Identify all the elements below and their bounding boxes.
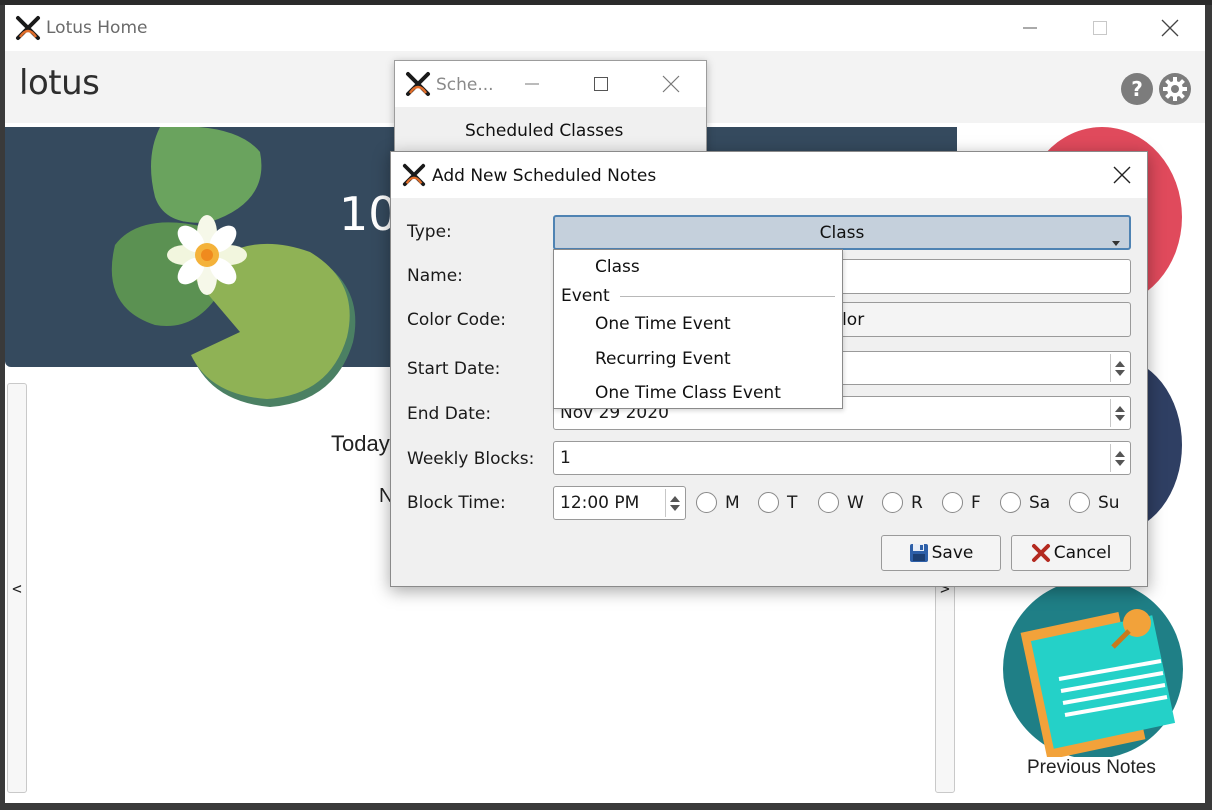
spin-up-icon: [1114, 360, 1125, 367]
lotus-app-icon: [405, 71, 431, 101]
dropdown-option-recurring-event[interactable]: Recurring Event: [595, 349, 731, 369]
scheduled-window-title: Sche...: [436, 75, 494, 95]
gear-icon: [1159, 73, 1191, 105]
spin-up-icon: [1114, 405, 1125, 412]
help-icon: ?: [1131, 77, 1143, 101]
lotus-app-icon: [15, 15, 41, 45]
brand-logo: lotus: [19, 63, 100, 103]
main-window-title: Lotus Home: [46, 18, 148, 38]
previous-day-button[interactable]: <: [7, 383, 27, 793]
dropdown-group-separator: [620, 296, 835, 297]
spin-up-icon: [669, 495, 680, 502]
settings-button[interactable]: [1159, 73, 1191, 109]
cancel-button-label: Cancel: [1053, 543, 1112, 563]
minimize-button[interactable]: [1007, 5, 1053, 51]
dropdown-option-one-time-event[interactable]: One Time Event: [595, 314, 731, 334]
dropdown-option-class[interactable]: Class: [595, 257, 640, 277]
block-time-spinner[interactable]: [665, 489, 683, 517]
chevron-left-icon: <: [12, 578, 22, 598]
start-date-spinner[interactable]: [1110, 354, 1128, 382]
close-icon: [1161, 19, 1179, 37]
day-label-su: Su: [1098, 493, 1120, 513]
scheduled-close-button[interactable]: [648, 61, 694, 107]
color-code-label: Color Code:: [407, 310, 507, 330]
weekly-blocks-spinner[interactable]: [1110, 444, 1128, 472]
save-button[interactable]: Save: [881, 535, 1001, 571]
dropdown-option-one-time-class-event[interactable]: One Time Class Event: [595, 383, 781, 403]
lily-pad-illustration: [111, 127, 356, 407]
dropdown-group-event: Event: [561, 286, 610, 306]
close-icon: [1113, 166, 1131, 184]
start-date-label: Start Date:: [407, 359, 501, 379]
day-label-f: F: [971, 493, 981, 513]
end-date-spinner[interactable]: [1110, 399, 1128, 427]
type-select-value: Class: [819, 222, 865, 243]
add-dialog-close-button[interactable]: [1099, 152, 1145, 198]
main-titlebar: Lotus Home: [5, 5, 1205, 51]
day-radio-sa[interactable]: [1000, 492, 1021, 513]
day-radio-m[interactable]: [696, 492, 717, 513]
close-icon: [662, 75, 680, 93]
banner-date-number: 10: [339, 187, 398, 241]
scheduled-classes-heading: Scheduled Classes: [465, 121, 624, 141]
day-radio-r[interactable]: [882, 492, 903, 513]
today-heading: Today: [331, 431, 390, 456]
spin-down-icon: [1114, 369, 1125, 376]
add-dialog-title: Add New Scheduled Notes: [432, 166, 657, 186]
previous-notes-label: Previous Notes: [1027, 757, 1156, 778]
day-radio-f[interactable]: [942, 492, 963, 513]
block-time-value: 12:00 PM: [560, 493, 640, 513]
block-time-field[interactable]: 12:00 PM: [553, 486, 686, 520]
dropdown-arrow-icon: [1112, 231, 1120, 251]
type-label: Type:: [407, 222, 452, 242]
day-label-t: T: [787, 493, 798, 513]
pinned-note-icon: [1003, 579, 1183, 760]
maximize-icon: [1093, 21, 1107, 35]
day-label-w: W: [847, 493, 864, 513]
scheduled-minimize-button[interactable]: [509, 61, 555, 107]
spin-up-icon: [1114, 450, 1125, 457]
maximize-icon: [594, 77, 608, 91]
day-radio-w[interactable]: [818, 492, 839, 513]
type-dropdown-list: Class Event One Time Event Recurring Eve…: [553, 249, 843, 409]
cancel-icon: [1031, 544, 1050, 562]
previous-notes-tile[interactable]: [1001, 579, 1185, 760]
day-label-m: M: [725, 493, 740, 513]
day-label-r: R: [911, 493, 923, 513]
day-label-sa: Sa: [1029, 493, 1051, 513]
weekly-blocks-value: 1: [560, 448, 571, 468]
block-time-label: Block Time:: [407, 493, 506, 513]
scheduled-maximize-button[interactable]: [578, 61, 624, 107]
spin-down-icon: [1114, 459, 1125, 466]
weekly-blocks-field[interactable]: 1: [553, 441, 1131, 475]
minimize-icon: [1023, 27, 1037, 29]
day-radio-su[interactable]: [1069, 492, 1090, 513]
cancel-button[interactable]: Cancel: [1011, 535, 1131, 571]
spin-down-icon: [669, 504, 680, 511]
end-date-label: End Date:: [407, 404, 492, 424]
scheduled-titlebar: Sche...: [395, 61, 706, 107]
type-select[interactable]: Class: [553, 215, 1131, 250]
lotus-app-icon: [402, 163, 426, 191]
weekly-blocks-label: Weekly Blocks:: [407, 449, 535, 469]
save-button-label: Save: [931, 543, 974, 563]
minimize-icon: [525, 83, 539, 85]
maximize-button[interactable]: [1077, 5, 1123, 51]
scheduled-classes-window: Sche... Scheduled Classes: [394, 60, 707, 160]
close-button[interactable]: [1147, 5, 1193, 51]
add-dialog-titlebar: Add New Scheduled Notes: [391, 152, 1147, 198]
day-radio-t[interactable]: [758, 492, 779, 513]
save-icon: [909, 544, 928, 562]
name-label: Name:: [407, 266, 463, 286]
spin-down-icon: [1114, 414, 1125, 421]
help-button[interactable]: ?: [1121, 73, 1153, 105]
